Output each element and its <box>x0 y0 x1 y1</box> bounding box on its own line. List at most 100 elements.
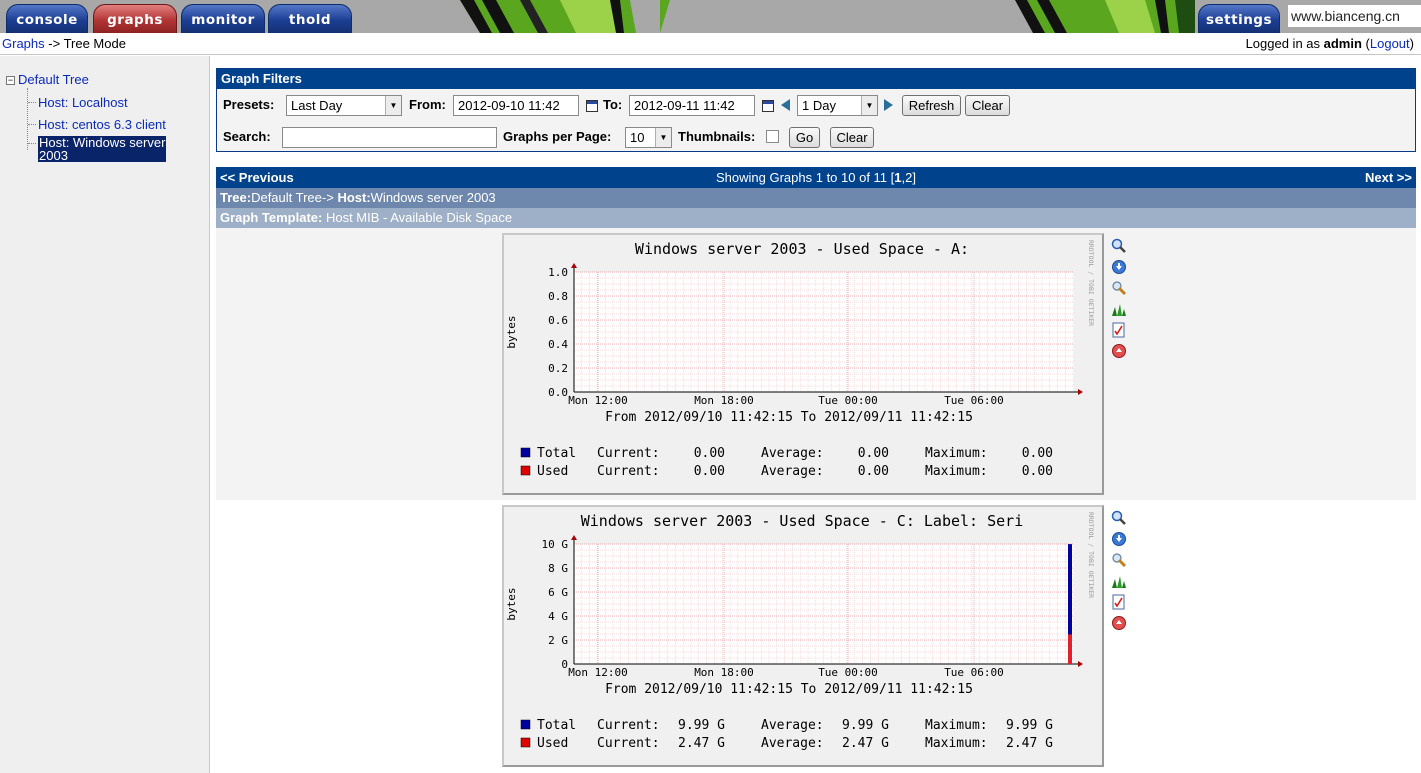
from-input[interactable]: 2012-09-10 11:42 <box>453 95 579 116</box>
legend-maximum-label: Maximum: <box>925 464 988 479</box>
tree-root[interactable]: − Default Tree <box>6 72 89 87</box>
chevron-down-icon: ▼ <box>385 96 401 115</box>
header-decoration <box>460 0 670 33</box>
search-input[interactable] <box>282 127 497 148</box>
properties-icon[interactable] <box>1111 280 1127 296</box>
chevron-down-icon: ▼ <box>655 128 671 147</box>
login-user: admin <box>1323 36 1362 51</box>
realtime-icon[interactable] <box>1111 322 1127 338</box>
graph-title: Windows server 2003 - Used Space - C: La… <box>581 512 1024 530</box>
legend-average-label: Average: <box>761 718 824 733</box>
legend-average-value: 0.00 <box>858 464 889 479</box>
y-tick-label: 8 G <box>548 562 568 575</box>
template-value: Host MIB - Available Disk Space <box>322 210 513 225</box>
legend-maximum-value: 0.00 <box>1022 446 1053 461</box>
graphs-per-page-label: Graphs per Page: <box>503 129 612 144</box>
host-value: Windows server 2003 <box>370 190 496 205</box>
legend-maximum-label: Maximum: <box>925 736 988 751</box>
back-to-top-icon[interactable] <box>1111 343 1127 359</box>
legend-swatch <box>520 447 531 458</box>
page-1-link[interactable]: 1 <box>894 170 901 185</box>
zoom-icon[interactable] <box>1111 510 1127 526</box>
tree-connector <box>28 143 36 144</box>
tab-console[interactable]: console <box>6 4 88 33</box>
tab-thold[interactable]: thold <box>268 4 352 33</box>
graph-image[interactable]: 10 G 8 G 6 G 4 G 2 G 0 Mon 12:00 Mon 18:00 Tue 0… <box>502 505 1104 767</box>
breadcrumb-separator: -> <box>44 36 64 51</box>
y-tick-label: 4 G <box>548 610 568 623</box>
properties-icon[interactable] <box>1111 552 1127 568</box>
tree-item-localhost[interactable]: Host: Localhost <box>38 95 128 110</box>
host-label: Host: <box>337 190 371 205</box>
graph-image[interactable]: 1.0 0.8 0.6 0.4 0.2 0.0 Mon 12:00 Mon 18:00 Tue … <box>502 233 1104 495</box>
legend-swatch <box>520 465 531 476</box>
x-tick-label: Mon 18:00 <box>694 666 754 679</box>
next-page-link[interactable]: Next >> <box>1365 167 1412 188</box>
graph-row: 10 G 8 G 6 G 4 G 2 G 0 Mon 12:00 Mon 18:00 Tue 0… <box>216 500 1416 773</box>
legend-current-value: 9.99 G <box>678 718 725 733</box>
graph-time-range: From 2012/09/10 11:42:15 To 2012/09/11 1… <box>605 410 973 425</box>
tab-monitor[interactable]: monitor <box>181 4 265 33</box>
tree-value: Default Tree-> <box>251 190 338 205</box>
export-icon[interactable] <box>1111 531 1127 547</box>
x-axis-arrow <box>1078 389 1083 395</box>
chevron-down-icon: ▼ <box>861 96 877 115</box>
clear-search-button[interactable]: Clear <box>830 127 874 148</box>
rrd-graph-svg: 1.0 0.8 0.6 0.4 0.2 0.0Mon 12:00 Mon 18:00 Tue … <box>505 240 1095 479</box>
legend-maximum-value: 0.00 <box>1022 464 1053 479</box>
to-input[interactable]: 2012-09-11 11:42 <box>629 95 755 116</box>
realtime-icon[interactable] <box>1111 594 1127 610</box>
top-nav-bar: console graphs monitor thold settings ww… <box>0 0 1421 33</box>
export-icon[interactable] <box>1111 259 1127 275</box>
y-tick-label: 1.0 <box>548 266 568 279</box>
tree-item-windows-server[interactable]: Host: Windows server 2003 <box>38 136 167 162</box>
legend-current-label: Current: <box>597 718 660 733</box>
logout-link[interactable]: Logout <box>1370 36 1410 51</box>
graph-time-range: From 2012/09/10 11:42:15 To 2012/09/11 1… <box>605 682 973 697</box>
legend-current-value: 2.47 G <box>678 736 725 751</box>
legend-series-name: Used <box>537 464 568 479</box>
x-tick-label: Tue 06:00 <box>944 666 1004 679</box>
go-button[interactable]: Go <box>789 127 820 148</box>
graph-list-icon[interactable] <box>1111 573 1127 589</box>
legend-swatch <box>520 719 531 730</box>
clear-dates-button[interactable]: Clear <box>965 95 1010 116</box>
y-axis-arrow <box>571 535 577 540</box>
logout-close: ) <box>1409 36 1414 51</box>
search-label: Search: <box>223 129 271 144</box>
y-axis-arrow <box>571 263 577 268</box>
refresh-button[interactable]: Refresh <box>902 95 961 116</box>
tree-item-centos-client[interactable]: Host: centos 6.3 client <box>38 117 166 132</box>
used-series-area <box>1068 634 1072 664</box>
legend-average-label: Average: <box>761 446 824 461</box>
collapse-icon[interactable]: − <box>6 76 15 85</box>
graphs-per-page-value: 10 <box>630 130 645 145</box>
legend-current-label: Current: <box>597 464 660 479</box>
rrdtool-watermark: RRDTOOL / TOBI OETIKER <box>1087 512 1095 598</box>
timespan-select[interactable]: 1 Day ▼ <box>797 95 878 116</box>
x-tick-label: Tue 06:00 <box>944 394 1004 407</box>
timespan-value: 1 Day <box>802 98 836 113</box>
y-tick-label: 0.8 <box>548 290 568 303</box>
shift-left-icon[interactable] <box>781 99 790 111</box>
graphs-per-page-select[interactable]: 10 ▼ <box>625 127 672 148</box>
graph-list-icon[interactable] <box>1111 301 1127 317</box>
tab-graphs[interactable]: graphs <box>93 4 177 33</box>
graph-filters-title: Graph Filters <box>217 69 1415 89</box>
x-tick-label: Mon 12:00 <box>568 666 628 679</box>
calendar-icon[interactable] <box>586 100 598 112</box>
rrd-graph-svg: 10 G 8 G 6 G 4 G 2 G 0Mon 12:00 Mon 18:00 Tue 0… <box>505 512 1095 751</box>
tab-settings[interactable]: settings <box>1198 4 1280 33</box>
legend-maximum-value: 9.99 G <box>1006 718 1053 733</box>
shift-right-icon[interactable] <box>884 99 893 111</box>
calendar-icon[interactable] <box>762 100 774 112</box>
tree-root-label[interactable]: Default Tree <box>18 72 89 87</box>
legend-current-value: 0.00 <box>694 464 725 479</box>
y-tick-label: 10 G <box>542 538 569 551</box>
back-to-top-icon[interactable] <box>1111 615 1127 631</box>
breadcrumb-graphs-link[interactable]: Graphs <box>2 36 45 51</box>
thumbnails-checkbox[interactable] <box>766 130 779 143</box>
y-tick-label: 0.0 <box>548 386 568 399</box>
presets-select[interactable]: Last Day ▼ <box>286 95 402 116</box>
zoom-icon[interactable] <box>1111 238 1127 254</box>
